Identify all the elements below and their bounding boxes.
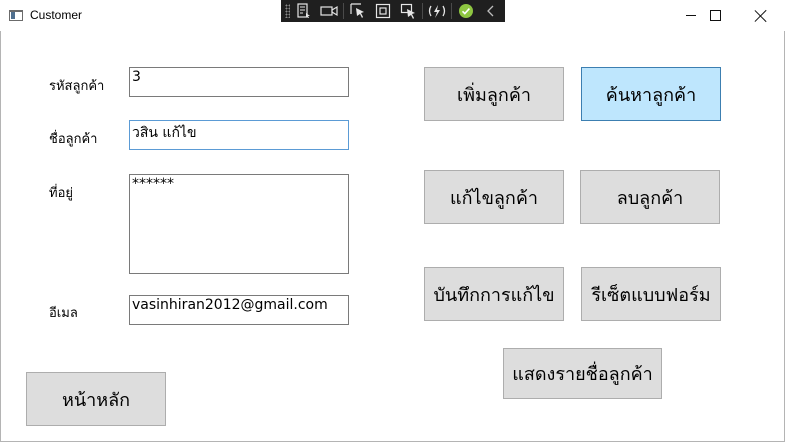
- search-customer-button[interactable]: ค้นหาลูกค้า: [581, 67, 721, 121]
- hot-reload-button[interactable]: [426, 2, 448, 20]
- customer-name-label: ชื่อลูกค้า: [49, 132, 98, 147]
- track-focus-button[interactable]: [397, 2, 419, 20]
- maximize-icon: [709, 10, 721, 21]
- collapse-toolbar-button[interactable]: [480, 2, 502, 20]
- toolbar-separator: [343, 3, 344, 19]
- toolbar-grip-icon[interactable]: [285, 4, 290, 18]
- email-label: อีเมล: [49, 306, 78, 321]
- track-focus-icon: [400, 3, 415, 19]
- check-icon: [459, 4, 473, 18]
- app-window-icon: [9, 10, 23, 21]
- close-icon: [755, 10, 767, 22]
- layout-adorners-button[interactable]: [372, 2, 394, 20]
- camera-button[interactable]: [318, 2, 340, 20]
- toolbar-separator: [422, 3, 423, 19]
- camera-icon: [320, 5, 338, 17]
- close-button[interactable]: [738, 0, 784, 31]
- customer-name-field[interactable]: วสิน แก้ไข: [129, 120, 349, 150]
- edit-customer-button[interactable]: แก้ไขลูกค้า: [424, 170, 564, 224]
- status-check-button[interactable]: [455, 2, 477, 20]
- maximize-button[interactable]: [692, 0, 738, 31]
- show-customer-list-button[interactable]: แสดงรายชื่อลูกค้า: [503, 348, 662, 399]
- home-button[interactable]: หน้าหลัก: [26, 372, 166, 426]
- live-visual-tree-button[interactable]: [293, 2, 315, 20]
- reset-form-button[interactable]: รีเซ็ตแบบฟอร์ม: [581, 267, 721, 321]
- save-edit-button[interactable]: บันทึกการแก้ไข: [424, 267, 564, 321]
- hot-reload-icon: [428, 5, 446, 18]
- email-field[interactable]: vasinhiran2012@gmail.com: [129, 295, 349, 325]
- address-field[interactable]: ******: [129, 174, 349, 274]
- customer-id-label: รหัสลูกค้า: [49, 79, 105, 94]
- toolbar-separator: [451, 3, 452, 19]
- display-layout-adorners-icon: [375, 3, 391, 19]
- customer-id-field[interactable]: 3: [129, 67, 349, 97]
- debug-toolbar: [281, 0, 505, 22]
- delete-customer-button[interactable]: ลบลูกค้า: [580, 170, 720, 224]
- collapse-chevron-icon: [487, 5, 494, 17]
- window-title: Customer: [30, 8, 83, 22]
- select-element-button[interactable]: [347, 2, 369, 20]
- address-label: ที่อยู่: [49, 186, 73, 201]
- add-customer-button[interactable]: เพิ่มลูกค้า: [424, 67, 564, 121]
- live-visual-tree-icon: [297, 3, 310, 18]
- select-element-icon: [350, 3, 364, 18]
